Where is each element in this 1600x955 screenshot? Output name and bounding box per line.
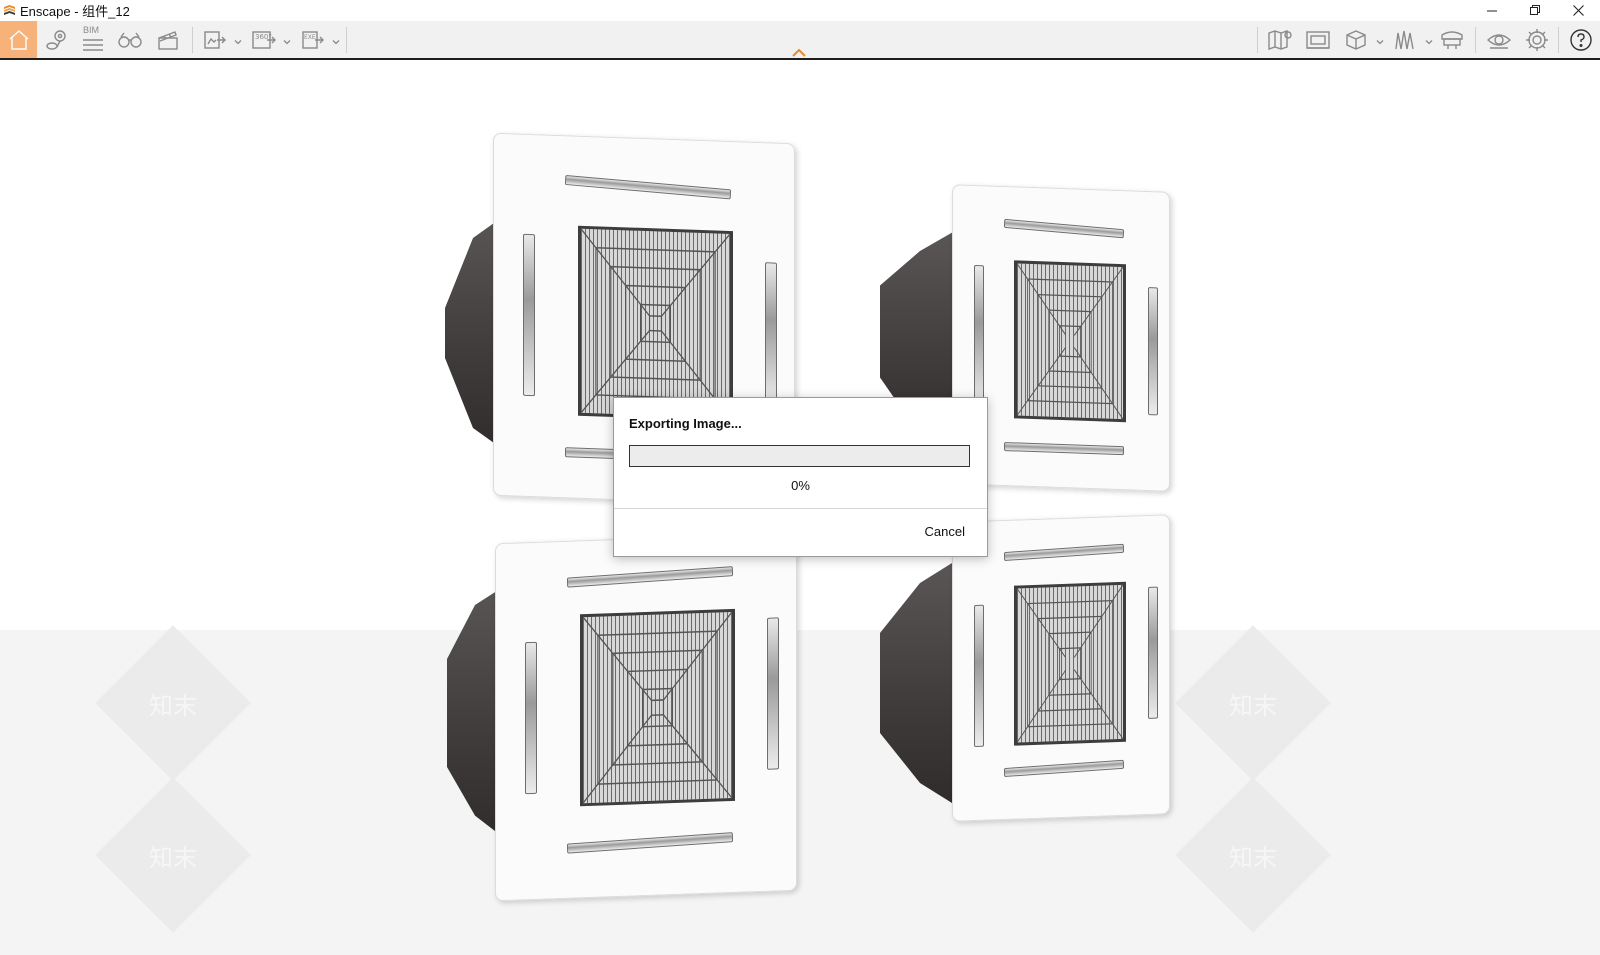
bim-button[interactable]: BIM (78, 21, 108, 58)
export-exe-dropdown[interactable] (332, 33, 340, 45)
home-icon (9, 29, 28, 50)
export-360-button[interactable]: 360° (249, 21, 279, 58)
watermark-text: 知末 (1229, 692, 1277, 720)
gear-icon (1526, 28, 1548, 51)
export-exe-button[interactable]: EXE (299, 21, 327, 58)
location-button[interactable] (41, 21, 71, 58)
chevron-down-icon (1425, 40, 1433, 45)
window-title: Enscape - 组件_12 (20, 4, 130, 19)
export-360-icon: 360° (252, 30, 276, 49)
help-icon (1570, 28, 1592, 51)
export-exe-icon: EXE (302, 30, 324, 49)
bim-label: BIM (83, 25, 100, 35)
map-button[interactable] (1265, 21, 1295, 58)
svg-text:360°: 360° (255, 33, 272, 41)
cube-icon (1346, 29, 1366, 50)
progress-percent-text: 0% (791, 478, 810, 493)
chevron-down-icon (283, 40, 291, 45)
clapperboard-icon (158, 30, 178, 50)
chevron-down-icon (234, 40, 242, 45)
enscape-logo-icon (4, 5, 15, 15)
binoculars-icon (118, 32, 142, 48)
main-toolbar: BIM 360° EXE (0, 21, 1600, 60)
export-progress-dialog: Exporting Image... 0% Cancel (613, 397, 988, 557)
screenshots-button[interactable] (1303, 21, 1333, 58)
grass-dropdown[interactable] (1425, 33, 1433, 45)
grass-icon (1395, 30, 1414, 49)
location-pin-icon (46, 29, 66, 50)
dialog-title: Exporting Image... (629, 416, 742, 431)
asset-library-icon (1441, 30, 1463, 49)
collapse-toolbar-button[interactable] (791, 45, 807, 57)
toolbar-separator (346, 27, 347, 53)
minimize-icon (1487, 10, 1497, 12)
export-image-icon (204, 30, 226, 49)
close-button[interactable] (1557, 0, 1600, 21)
floor-reflection (0, 630, 1600, 955)
screenshots-icon (1306, 30, 1330, 49)
view-mode-button[interactable] (1341, 21, 1371, 58)
chevron-down-icon (1376, 40, 1384, 45)
help-button[interactable] (1566, 21, 1596, 58)
home-button[interactable] (0, 21, 37, 58)
minimize-button[interactable] (1471, 0, 1514, 21)
watermark-text: 知末 (149, 692, 197, 720)
window-controls (1471, 0, 1600, 21)
watermark-text: 知末 (1229, 844, 1277, 872)
progress-bar (629, 445, 970, 467)
binoculars-button[interactable] (115, 21, 145, 58)
grass-button[interactable] (1390, 21, 1420, 58)
chevron-up-icon (792, 48, 806, 57)
video-editor-button[interactable] (153, 21, 183, 58)
export-image-dropdown[interactable] (234, 33, 242, 45)
toolbar-separator (1475, 27, 1476, 53)
restore-button[interactable] (1514, 0, 1557, 21)
asset-library-button[interactable] (1437, 21, 1467, 58)
close-icon (1573, 5, 1584, 16)
watermark-text: 知末 (149, 844, 197, 872)
chevron-down-icon (332, 40, 340, 45)
dialog-divider (614, 508, 987, 509)
title-bar: Enscape - 组件_12 (0, 0, 1600, 21)
toolbar-separator (192, 27, 193, 53)
export-image-button[interactable] (201, 21, 229, 58)
svg-text:EXE: EXE (304, 34, 316, 41)
visual-settings-button[interactable] (1483, 21, 1515, 58)
restore-icon (1530, 5, 1540, 15)
view-mode-dropdown[interactable] (1376, 33, 1384, 45)
toolbar-separator (1257, 27, 1258, 53)
settings-button[interactable] (1522, 21, 1552, 58)
eye-icon (1486, 33, 1512, 49)
toolbar-separator (1558, 27, 1559, 53)
cancel-button[interactable]: Cancel (921, 522, 969, 541)
map-icon (1268, 29, 1292, 50)
export-360-dropdown[interactable] (283, 33, 291, 45)
